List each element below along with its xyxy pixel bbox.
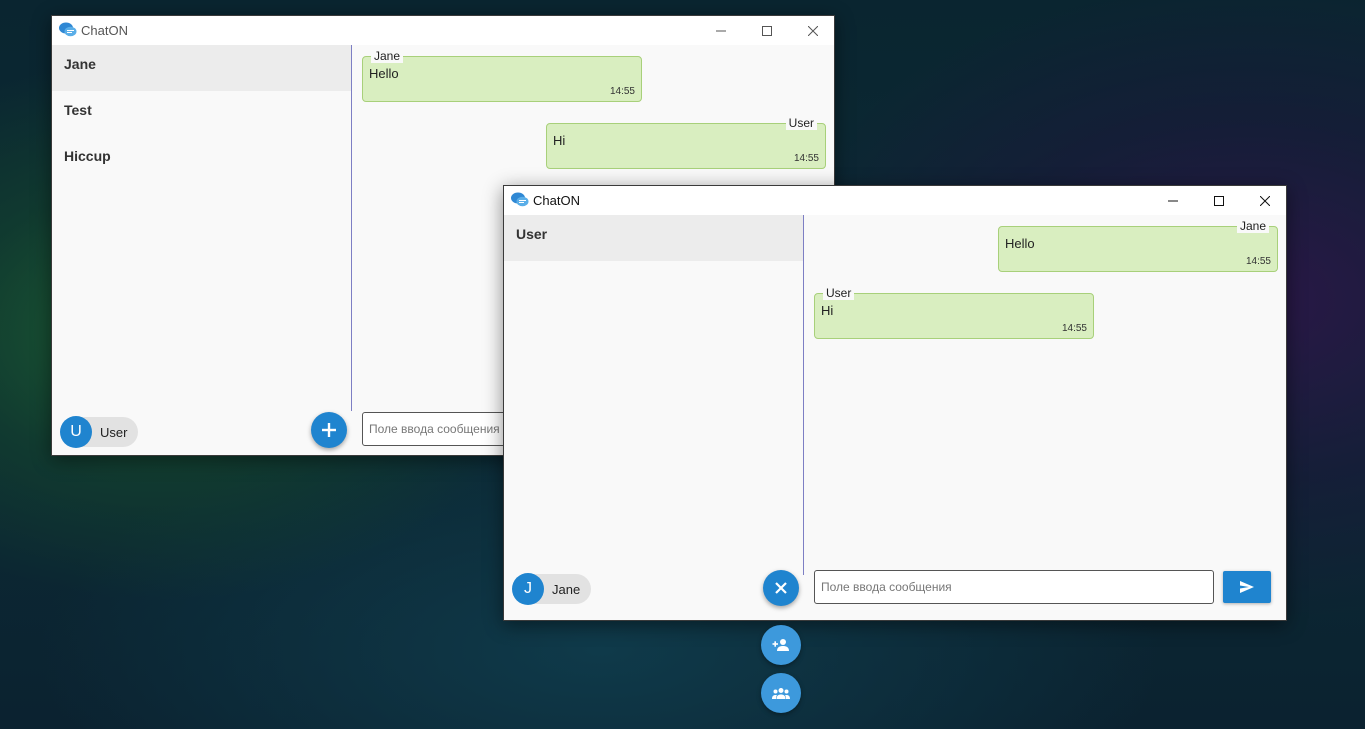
maximize-button[interactable]	[744, 16, 790, 45]
window-title: ChatON	[81, 23, 128, 38]
maximize-icon	[1214, 195, 1224, 206]
chat-item-user[interactable]: User	[504, 215, 803, 261]
message-text: Hello	[1005, 236, 1035, 251]
minimize-icon	[716, 30, 726, 31]
message-text: Hi	[553, 133, 566, 148]
current-user-chip[interactable]: J Jane	[512, 573, 592, 605]
send-button[interactable]	[1223, 571, 1271, 603]
chat-window-front: ChatON User Jane Hello 14:55 User Hi 14:…	[503, 185, 1287, 621]
message-input[interactable]	[814, 570, 1214, 604]
x-icon	[775, 582, 787, 594]
bottom-bar: J Jane	[504, 570, 1286, 620]
message-time: 14:55	[1061, 323, 1087, 334]
message-time: 14:55	[1245, 256, 1271, 267]
chat-bubbles-icon	[59, 22, 77, 37]
minimize-button[interactable]	[1150, 186, 1196, 215]
create-group-button[interactable]	[761, 673, 801, 713]
message-bubble: User Hi 14:55	[814, 286, 1094, 339]
chat-item-jane[interactable]: Jane	[52, 45, 351, 91]
message-time: 14:55	[793, 153, 819, 164]
minimize-icon	[1168, 200, 1178, 201]
close-button[interactable]	[790, 16, 834, 45]
message-time: 14:55	[609, 86, 635, 97]
add-person-icon	[772, 639, 789, 651]
avatar: U	[60, 416, 92, 448]
send-icon	[1240, 581, 1254, 593]
add-contact-button[interactable]	[761, 625, 801, 665]
close-menu-button[interactable]	[763, 570, 799, 606]
chat-item-test[interactable]: Test	[52, 91, 351, 137]
maximize-button[interactable]	[1196, 186, 1242, 215]
title-bar[interactable]: ChatON	[504, 186, 1286, 215]
current-user-chip[interactable]: U User	[60, 416, 139, 448]
group-icon	[772, 688, 790, 699]
current-user-name: Jane	[552, 581, 581, 597]
chat-list: Jane Test Hiccup	[52, 45, 352, 411]
message-text: Hi	[821, 303, 834, 318]
minimize-button[interactable]	[698, 16, 744, 45]
message-bubble: Jane Hello 14:55	[362, 49, 642, 102]
chat-bubbles-icon	[511, 192, 529, 207]
current-user-name: User	[100, 424, 128, 440]
message-author: Jane	[371, 49, 404, 63]
plus-icon	[322, 423, 336, 437]
message-text: Hello	[369, 66, 399, 81]
add-chat-button[interactable]	[311, 412, 347, 448]
message-author: User	[785, 116, 817, 130]
message-bubble: Jane Hello 14:55	[998, 219, 1278, 272]
avatar: J	[512, 573, 544, 605]
chat-list: User	[504, 215, 804, 575]
window-title: ChatON	[533, 193, 580, 208]
title-bar[interactable]: ChatON	[52, 16, 834, 45]
message-author: Jane	[1236, 219, 1269, 233]
close-icon	[808, 25, 818, 36]
close-icon	[1260, 195, 1270, 206]
maximize-icon	[762, 25, 772, 36]
close-button[interactable]	[1242, 186, 1286, 215]
message-author: User	[823, 286, 855, 300]
message-bubble: User Hi 14:55	[546, 116, 826, 169]
chat-item-hiccup[interactable]: Hiccup	[52, 137, 351, 183]
